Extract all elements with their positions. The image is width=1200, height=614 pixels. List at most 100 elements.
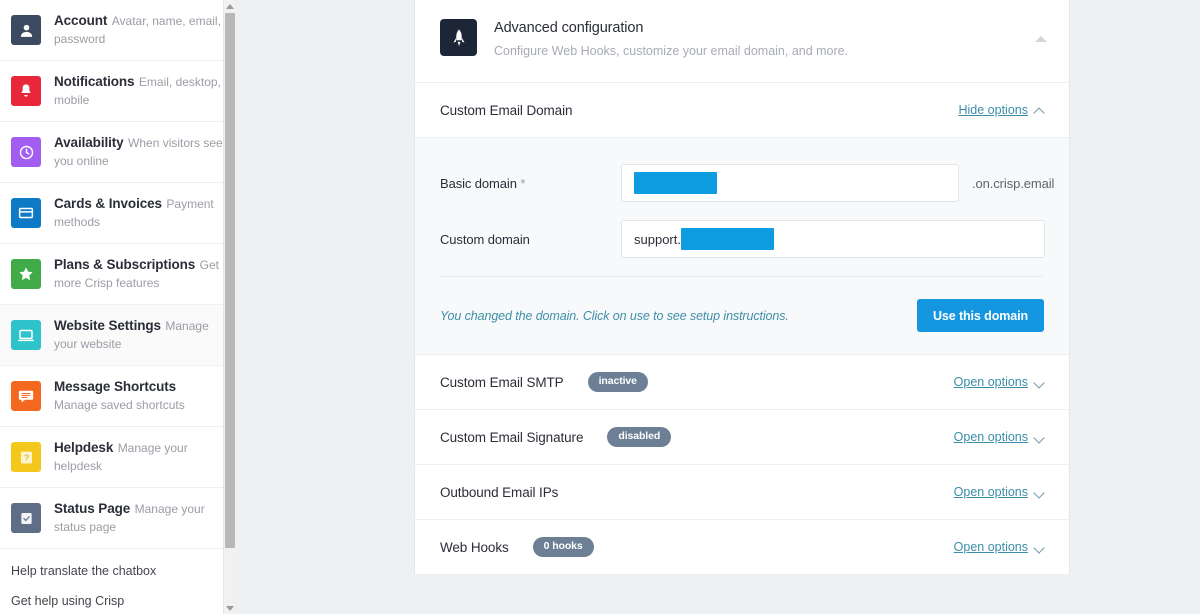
sidebar-item-title: Message Shortcuts [54, 379, 176, 394]
sidebar-item-title: Website Settings [54, 318, 161, 333]
open-options-link[interactable]: Open options [954, 430, 1044, 444]
star-icon [11, 259, 41, 289]
page-title: Advanced configuration [494, 19, 848, 38]
custom-domain-label: Custom domain [440, 232, 621, 247]
use-this-domain-button[interactable]: Use this domain [917, 299, 1044, 332]
sidebar-scrollbar-thumb[interactable] [225, 13, 235, 548]
chevron-down-icon [1035, 433, 1044, 442]
credit-card-icon [11, 198, 41, 228]
sidebar-item-text: Availability When visitors see you onlin… [54, 134, 223, 170]
custom-domain-input[interactable]: support. [621, 220, 1045, 258]
basic-domain-input[interactable] [621, 164, 959, 202]
clock-icon [11, 137, 41, 167]
open-options-label: Open options [954, 485, 1028, 499]
open-options-link[interactable]: Open options [954, 485, 1044, 499]
redacted-value [634, 172, 717, 194]
sidebar-nav-list: Account Avatar, name, email, password No… [0, 0, 235, 549]
custom-email-domain-form: Basic domain * .on.crisp.email Custom do… [415, 138, 1069, 355]
open-options-label: Open options [954, 375, 1028, 389]
sidebar-item-text: Plans & Subscriptions Get more Crisp fea… [54, 256, 223, 292]
basic-domain-label: Basic domain * [440, 176, 621, 191]
settings-app: Account Avatar, name, email, password No… [0, 0, 1200, 614]
status-badge: disabled [607, 427, 671, 447]
sidebar-scrollbar[interactable] [223, 0, 235, 614]
custom-domain-prefix: support. [634, 232, 681, 247]
sidebar-item-account[interactable]: Account Avatar, name, email, password [0, 0, 235, 61]
section-label: Custom Email Signature [440, 430, 583, 445]
section-label: Outbound Email IPs [440, 485, 558, 500]
sidebar-footer: Help translate the chatbox Get help usin… [0, 549, 235, 609]
sidebar-item-cards-invoices[interactable]: Cards & Invoices Payment methods [0, 183, 235, 244]
sidebar-item-plans-subscriptions[interactable]: Plans & Subscriptions Get more Crisp fea… [0, 244, 235, 305]
redacted-value [681, 228, 774, 250]
sidebar-item-notifications[interactable]: Notifications Email, desktop, mobile [0, 61, 235, 122]
sidebar-item-status-page[interactable]: Status Page Manage your status page [0, 488, 235, 549]
sidebar-item-title: Helpdesk [54, 440, 113, 455]
card-header-text: Advanced configuration Configure Web Hoo… [494, 19, 848, 60]
page-subtitle: Configure Web Hooks, customize your emai… [494, 43, 848, 60]
section-row-outbound-email-ips: Outbound Email IPs Open options [415, 465, 1069, 520]
required-marker: * [520, 176, 525, 191]
sidebar-item-title: Status Page [54, 501, 130, 516]
section-header-custom-email-domain: Custom Email Domain Hide options [415, 83, 1069, 138]
sidebar-item-text: Account Avatar, name, email, password [54, 12, 223, 48]
sidebar-item-title: Notifications [54, 74, 134, 89]
scroll-down-arrow-icon[interactable] [224, 602, 235, 614]
section-label: Custom Email SMTP [440, 375, 564, 390]
chevron-down-icon [1035, 543, 1044, 552]
sidebar-item-text: Website Settings Manage your website [54, 317, 223, 353]
sidebar-item-title: Cards & Invoices [54, 196, 162, 211]
chevron-up-icon [1035, 106, 1044, 115]
open-options-link[interactable]: Open options [954, 375, 1044, 389]
settings-main: Advanced configuration Configure Web Hoo… [235, 0, 1200, 614]
section-row-custom-email-signature: Custom Email Signature disabled Open opt… [415, 410, 1069, 465]
hide-options-label: Hide options [959, 103, 1029, 117]
sidebar-item-availability[interactable]: Availability When visitors see you onlin… [0, 122, 235, 183]
chevron-down-icon [1035, 378, 1044, 387]
basic-domain-suffix: .on.crisp.email [972, 176, 1054, 191]
monitor-icon [11, 320, 41, 350]
scroll-up-arrow-icon[interactable] [224, 0, 235, 12]
footer-link-translate-chatbox[interactable]: Help translate the chatbox [11, 563, 235, 579]
footer-link-get-help[interactable]: Get help using Crisp [11, 593, 235, 609]
open-options-label: Open options [954, 540, 1028, 554]
rocket-icon [440, 19, 477, 56]
basic-domain-row: Basic domain * .on.crisp.email [440, 164, 1044, 202]
sidebar-item-helpdesk[interactable]: ? Helpdesk Manage your helpdesk [0, 427, 235, 488]
chevron-down-icon [1035, 488, 1044, 497]
hide-options-link[interactable]: Hide options [959, 103, 1045, 117]
sidebar-item-website-settings[interactable]: Website Settings Manage your website [0, 305, 235, 366]
sidebar-item-title: Availability [54, 135, 124, 150]
sidebar-item-text: Message Shortcuts Manage saved shortcuts [54, 378, 223, 414]
advanced-configuration-card: Advanced configuration Configure Web Hoo… [414, 0, 1070, 575]
status-badge: 0 hooks [533, 537, 594, 557]
user-icon [11, 15, 41, 45]
settings-sidebar: Account Avatar, name, email, password No… [0, 0, 235, 614]
section-row-custom-email-smtp: Custom Email SMTP inactive Open options [415, 355, 1069, 410]
chevron-up-icon[interactable] [1031, 32, 1051, 46]
sidebar-item-subtitle: Manage saved shortcuts [54, 398, 185, 412]
chat-icon [11, 381, 41, 411]
bell-icon [11, 76, 41, 106]
open-options-label: Open options [954, 430, 1028, 444]
sidebar-item-title: Account [54, 13, 107, 28]
sidebar-item-text: Notifications Email, desktop, mobile [54, 73, 223, 109]
sidebar-item-text: Cards & Invoices Payment methods [54, 195, 223, 231]
domain-change-hint: You changed the domain. Click on use to … [440, 309, 789, 323]
question-icon: ? [11, 442, 41, 472]
sidebar-item-text: Helpdesk Manage your helpdesk [54, 439, 223, 475]
section-label: Custom Email Domain [440, 103, 572, 118]
svg-text:?: ? [24, 452, 29, 462]
checkbox-icon [11, 503, 41, 533]
section-row-web-hooks: Web Hooks 0 hooks Open options [415, 520, 1069, 575]
status-badge: inactive [588, 372, 648, 392]
sidebar-item-message-shortcuts[interactable]: Message Shortcuts Manage saved shortcuts [0, 366, 235, 427]
custom-domain-row: Custom domain support. [440, 220, 1044, 258]
basic-domain-label-text: Basic domain [440, 176, 517, 191]
sidebar-item-text: Status Page Manage your status page [54, 500, 223, 536]
sidebar-item-title: Plans & Subscriptions [54, 257, 195, 272]
card-header: Advanced configuration Configure Web Hoo… [415, 0, 1069, 83]
open-options-link[interactable]: Open options [954, 540, 1044, 554]
form-actions: You changed the domain. Click on use to … [440, 277, 1044, 354]
section-label: Web Hooks [440, 540, 509, 555]
